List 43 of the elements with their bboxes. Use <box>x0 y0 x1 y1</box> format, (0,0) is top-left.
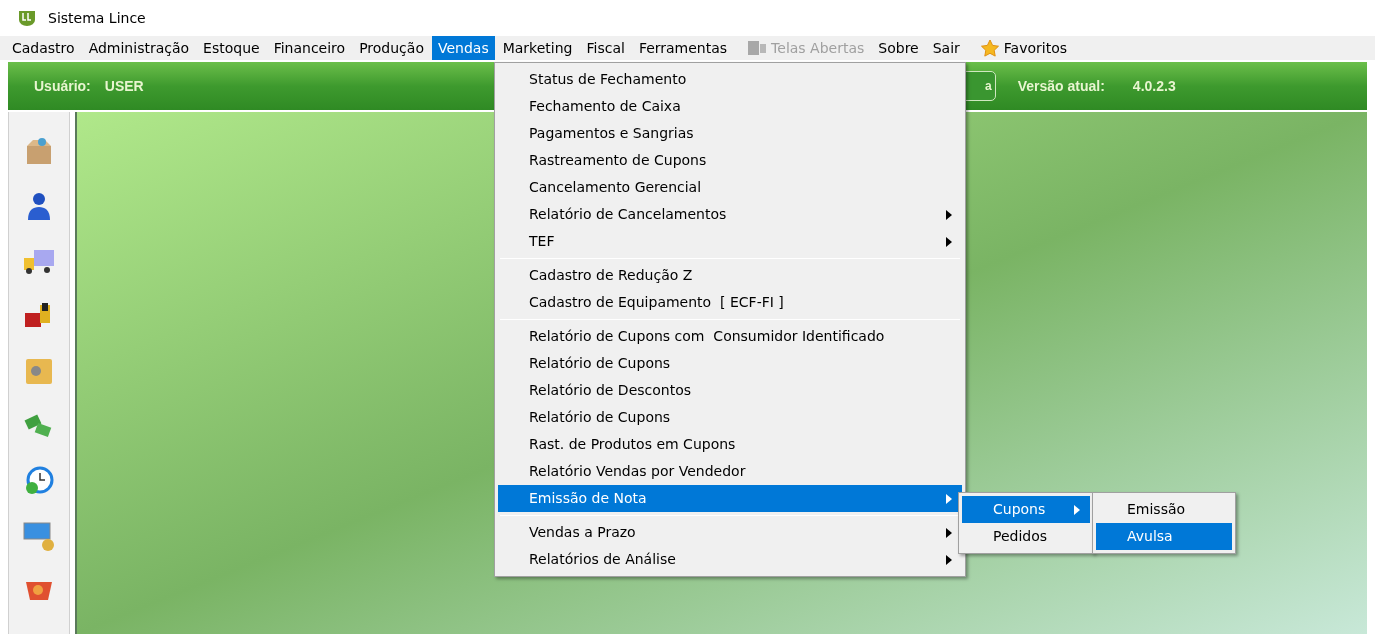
menu-item[interactable]: Emissão de Nota <box>498 485 962 512</box>
monitor-icon[interactable] <box>22 519 56 553</box>
menu-item[interactable]: Cadastro de Redução Z <box>498 262 962 289</box>
windows-icon <box>747 40 768 56</box>
menu-item[interactable]: Relatório de Cancelamentos <box>498 201 962 228</box>
menu-item[interactable]: Administração <box>82 36 196 60</box>
menu-item[interactable]: Ferramentas <box>632 36 734 60</box>
star-icon <box>979 39 1000 57</box>
menu-item[interactable]: Estoque <box>197 36 266 60</box>
menu-item[interactable]: Produção <box>353 36 430 60</box>
user-name: USER <box>104 76 144 96</box>
menu-item[interactable]: TEF <box>498 228 962 255</box>
user-label: Usuário: <box>34 76 91 96</box>
app-logo-icon <box>18 10 36 26</box>
menu-item[interactable]: Vendas <box>431 36 495 60</box>
menu-item[interactable]: Cupons <box>962 496 1090 523</box>
menu-item[interactable]: Relatório de Cupons <box>498 404 962 431</box>
menu-item[interactable]: Marketing <box>496 36 579 60</box>
menu-item[interactable]: Pagamentos e Sangrias <box>498 120 962 147</box>
menu-item[interactable]: Favoritos <box>973 36 1074 60</box>
menu-item[interactable]: Sobre <box>872 36 925 60</box>
menu-item[interactable]: Emissão <box>1096 496 1232 523</box>
menu-item[interactable]: Rast. de Produtos em Cupons <box>498 431 962 458</box>
menu-item[interactable]: Relatório de Cupons com Consumidor Identificado <box>498 323 962 350</box>
menu-item[interactable]: Cadastro de Equipamento [ ECF-FI ] <box>498 289 962 316</box>
menu-item[interactable]: Fiscal <box>580 36 631 60</box>
version-label: Versão atual: <box>1017 76 1105 96</box>
menu-item[interactable]: Relatório de Cupons <box>498 350 962 377</box>
menu-item[interactable]: Vendas a Prazo <box>498 519 962 546</box>
menu-item[interactable]: Cadastro <box>6 36 81 60</box>
menu-item[interactable]: Fechamento de Caixa <box>498 93 962 120</box>
window-title: Sistema Lince <box>48 8 146 28</box>
version-number: 4.0.2.3 <box>1132 76 1176 96</box>
menu-item[interactable]: Rastreamento de Cupons <box>498 147 962 174</box>
menu-item[interactable]: Relatório de Descontos <box>498 377 962 404</box>
menu-item[interactable]: Sair <box>926 36 966 60</box>
menu-item[interactable]: Pedidos <box>962 523 1090 550</box>
menu-item[interactable]: Cancelamento Gerencial <box>498 174 962 201</box>
menu-item[interactable]: Relatórios de Análise <box>498 546 962 573</box>
menu-item[interactable]: Status de Fechamento <box>498 66 962 93</box>
menu-item[interactable]: Financeiro <box>267 36 352 60</box>
menu-item[interactable]: Relatório Vendas por Vendedor <box>498 458 962 485</box>
menu-item[interactable]: Avulsa <box>1096 523 1232 550</box>
